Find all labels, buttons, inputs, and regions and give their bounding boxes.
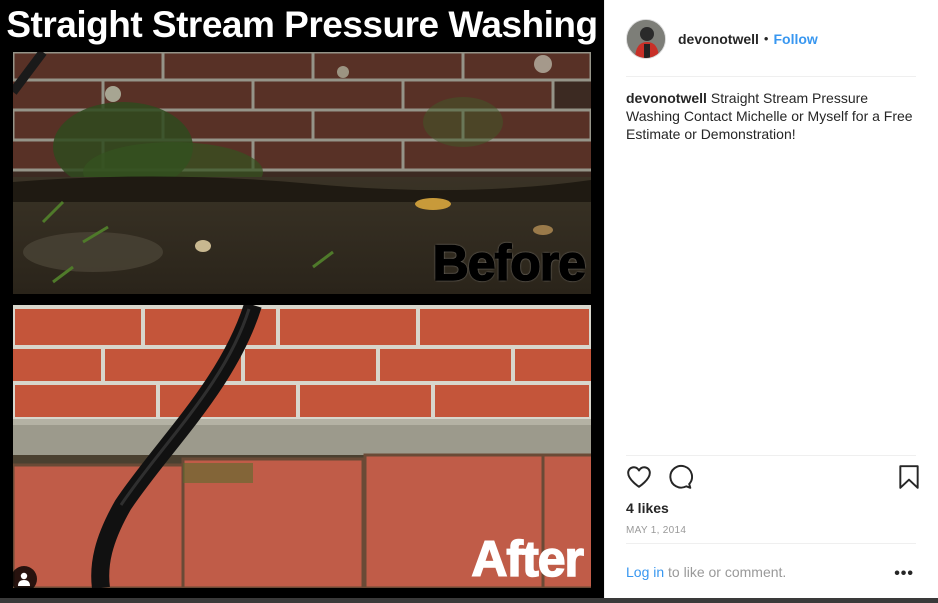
separator-dot: •	[763, 31, 769, 46]
page-background-strip	[0, 598, 938, 603]
header-divider	[626, 76, 916, 77]
actions-divider	[626, 455, 916, 456]
follow-button[interactable]: Follow	[773, 31, 817, 47]
more-options-icon[interactable]: •••	[894, 565, 914, 583]
heart-icon[interactable]	[626, 464, 652, 490]
instagram-post: Straight Stream Pressure Washing Before …	[0, 0, 938, 600]
avatar[interactable]	[626, 18, 666, 59]
login-link[interactable]: Log in	[626, 564, 664, 580]
footer-divider	[626, 543, 916, 544]
post-date[interactable]: MAY 1, 2014	[626, 525, 686, 536]
post-sidebar: devonotwell • Follow devonotwell Straight…	[604, 0, 938, 600]
login-prompt-text: to like or comment.	[664, 564, 787, 580]
after-label: After	[471, 530, 585, 588]
before-label: Before	[432, 234, 587, 292]
bookmark-icon[interactable]	[896, 464, 922, 490]
caption-username[interactable]: devonotwell	[626, 90, 707, 106]
image-title-text: Straight Stream Pressure Washing	[6, 4, 598, 45]
post-header: devonotwell • Follow	[605, 0, 938, 77]
action-bar	[626, 464, 922, 494]
user-silhouette-icon[interactable]	[11, 566, 37, 592]
post-caption: devonotwell Straight Stream Pressure Wash…	[626, 89, 921, 143]
login-prompt: Log in to like or comment.	[626, 564, 786, 580]
author-username[interactable]: devonotwell	[678, 31, 759, 47]
before-photo: Before	[13, 52, 591, 294]
post-image[interactable]: Straight Stream Pressure Washing Before …	[0, 0, 604, 600]
comment-bubble-icon[interactable]	[667, 464, 693, 490]
likes-count[interactable]: 4 likes	[626, 500, 669, 516]
after-photo: After	[13, 305, 591, 588]
